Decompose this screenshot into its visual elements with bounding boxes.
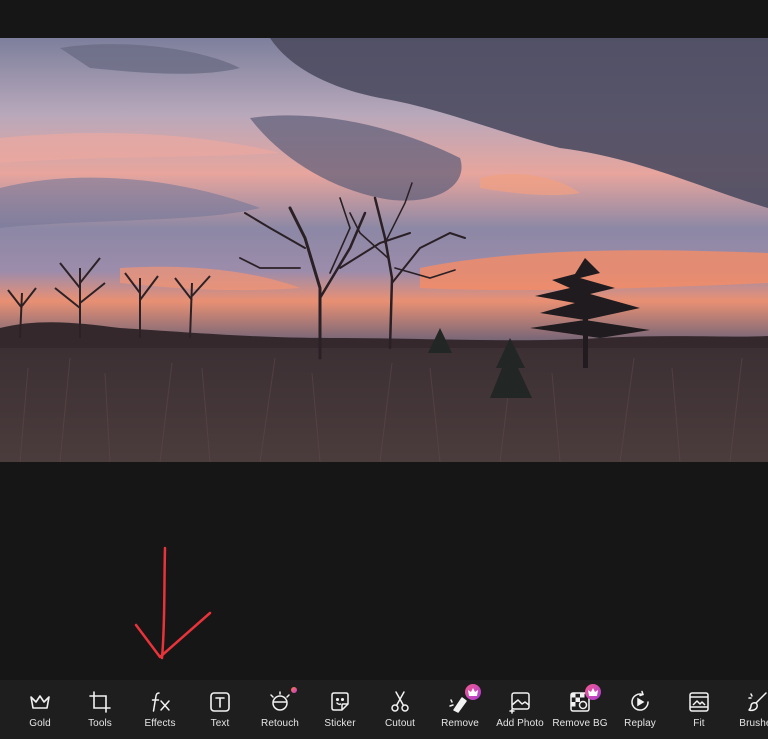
remove-bg-icon [568, 684, 601, 714]
replay-icon [628, 690, 652, 714]
retouch-button[interactable]: Retouch [250, 680, 310, 739]
premium-crown-badge [585, 684, 601, 700]
tool-label: Remove [441, 718, 479, 729]
tool-label: Text [210, 718, 230, 729]
bottom-toolbar: Gold Tools Effects Text Retouch Sticker … [0, 680, 768, 739]
fx-icon [148, 690, 172, 714]
tool-label: Retouch [261, 718, 299, 729]
replay-button[interactable]: Replay [610, 680, 670, 739]
tool-label: Fit [693, 718, 705, 729]
add-photo-icon [508, 690, 532, 714]
text-button[interactable]: Text [190, 680, 250, 739]
tool-label: Replay [624, 718, 656, 729]
effects-button[interactable]: Effects [130, 680, 190, 739]
fit-icon [687, 690, 711, 714]
brush-icon [746, 690, 768, 714]
scissors-icon [388, 690, 412, 714]
tool-label: Brushes [739, 718, 768, 729]
tool-label: Effects [144, 718, 176, 729]
remove-button[interactable]: Remove [430, 680, 490, 739]
crop-icon [88, 690, 112, 714]
cutout-button[interactable]: Cutout [370, 680, 430, 739]
tool-label: Tools [88, 718, 112, 729]
premium-crown-badge [465, 684, 481, 700]
sticker-button[interactable]: Sticker [310, 680, 370, 739]
tool-label: Remove BG [552, 718, 608, 729]
tool-label: Gold [29, 718, 51, 729]
tools-button[interactable]: Tools [70, 680, 130, 739]
remove-bg-button[interactable]: Remove BG [550, 680, 610, 739]
tool-label: Add Photo [496, 718, 544, 729]
gold-button[interactable]: Gold [10, 680, 70, 739]
brushes-button[interactable]: Brushes [728, 680, 768, 739]
sticker-icon [328, 690, 352, 714]
crown-icon [28, 690, 52, 714]
retouch-icon [268, 687, 297, 714]
magic-eraser-icon [448, 684, 481, 714]
new-indicator-dot [291, 687, 297, 693]
add-photo-button[interactable]: Add Photo [490, 680, 550, 739]
tool-label: Sticker [324, 718, 356, 729]
tool-label: Cutout [384, 718, 416, 729]
photo-canvas[interactable] [0, 38, 768, 462]
sunset-landscape-image [0, 38, 768, 462]
fit-button[interactable]: Fit [669, 680, 729, 739]
text-icon [208, 690, 232, 714]
